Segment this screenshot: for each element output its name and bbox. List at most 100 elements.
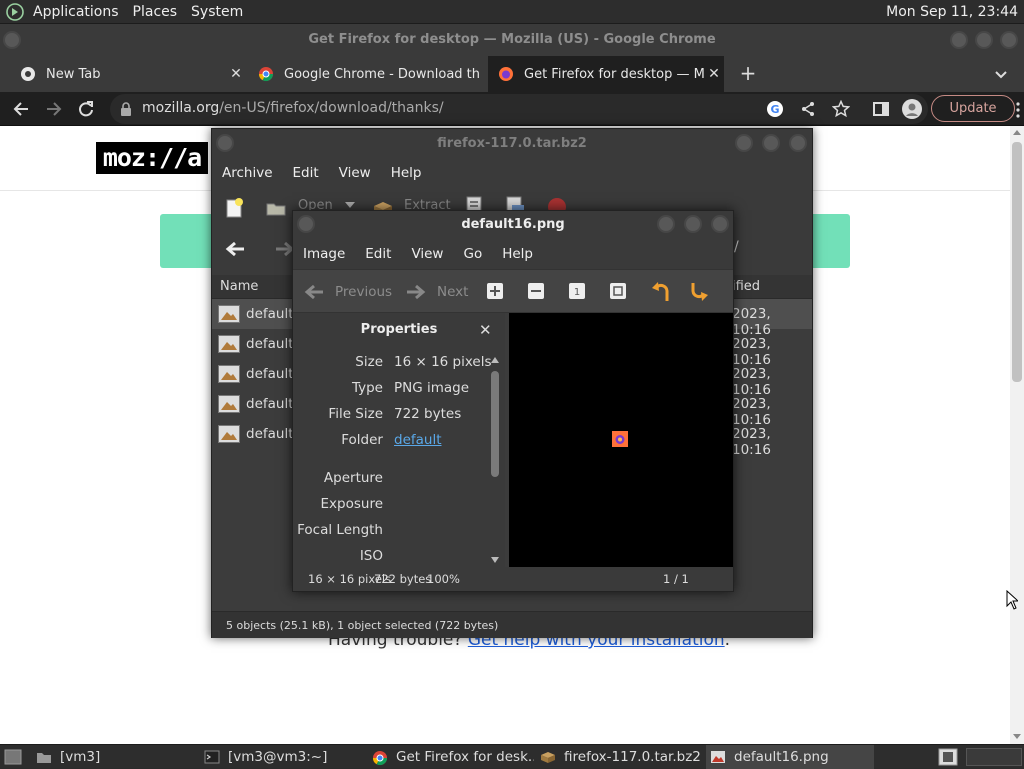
- tab-new-tab[interactable]: New Tab ✕: [10, 56, 246, 92]
- menu-system[interactable]: System: [184, 4, 250, 20]
- back-arrow-icon[interactable]: [12, 100, 30, 118]
- properties-close-icon[interactable]: ✕: [479, 321, 492, 339]
- window-title: Get Firefox for desktop — Mozilla (US) -…: [308, 32, 716, 47]
- tab-close-icon[interactable]: ✕: [704, 66, 724, 82]
- rotate-right-icon[interactable]: [689, 281, 711, 303]
- folder-link[interactable]: default: [394, 432, 442, 448]
- previous-button[interactable]: Previous: [303, 278, 392, 306]
- chrome-menu-icon[interactable]: [1016, 102, 1020, 118]
- new-tab-plus-icon[interactable]: +: [737, 62, 759, 84]
- image-canvas[interactable]: [509, 313, 733, 567]
- column-name[interactable]: Name: [220, 279, 258, 294]
- prop-focal-length-label: Focal Length: [297, 522, 383, 538]
- next-button[interactable]: Next: [405, 278, 468, 306]
- workspace-switcher-icon[interactable]: [938, 748, 958, 766]
- clock[interactable]: Mon Sep 11, 23:44: [886, 4, 1024, 20]
- menu-image[interactable]: Image: [293, 246, 355, 262]
- tab-title: Google Chrome - Download th: [284, 66, 481, 82]
- open-archive-icon[interactable]: [266, 198, 286, 218]
- status-filesize: 722 bytes: [374, 572, 432, 586]
- previous-label: Previous: [335, 284, 393, 300]
- taskbar-item-terminal[interactable]: [vm3@vm3:~]: [204, 745, 364, 769]
- menu-view[interactable]: View: [329, 165, 381, 181]
- close-button[interactable]: [711, 215, 729, 233]
- show-desktop-icon[interactable]: [4, 749, 22, 765]
- properties-scrollbar[interactable]: [491, 357, 501, 567]
- minimize-button[interactable]: [657, 215, 675, 233]
- scroll-thumb[interactable]: [491, 371, 499, 477]
- maximize-button[interactable]: [684, 215, 702, 233]
- mozilla-logo[interactable]: moz://a: [96, 142, 208, 174]
- prop-folder-label: Folder: [341, 432, 383, 448]
- prop-iso-label: ISO: [359, 548, 383, 564]
- page-scrollbar[interactable]: [1010, 126, 1024, 744]
- image-icon: [710, 750, 726, 764]
- tab-title: New Tab: [46, 66, 101, 82]
- minimize-button[interactable]: [735, 134, 753, 152]
- tab-search-chevron-icon[interactable]: [993, 66, 1009, 82]
- taskbar-item-image-viewer[interactable]: default16.png: [706, 745, 874, 769]
- profile-avatar-icon[interactable]: [902, 99, 922, 119]
- close-button[interactable]: [789, 134, 807, 152]
- mouse-pointer-icon: [1006, 590, 1018, 610]
- google-lens-icon[interactable]: G: [766, 100, 784, 118]
- column-modified[interactable]: ified: [732, 279, 760, 294]
- reload-icon[interactable]: [77, 100, 95, 118]
- window-menu-button[interactable]: [3, 31, 21, 49]
- workspace-area[interactable]: [966, 748, 1022, 766]
- minimize-button[interactable]: [950, 31, 968, 49]
- menu-edit[interactable]: Edit: [355, 246, 401, 262]
- forward-arrow-icon[interactable]: [45, 100, 63, 118]
- zoom-fit-icon[interactable]: [609, 282, 627, 300]
- taskbar-item-vm3[interactable]: [vm3]: [36, 745, 196, 769]
- distro-logo-icon[interactable]: [4, 2, 26, 22]
- menu-applications[interactable]: Applications: [26, 4, 126, 20]
- scroll-thumb[interactable]: [1012, 142, 1022, 382]
- next-label: Next: [437, 284, 469, 300]
- maximize-button[interactable]: [975, 31, 993, 49]
- taskbar-item-archive[interactable]: firefox-117.0.tar.bz2: [540, 745, 702, 769]
- next-arrow-icon: [405, 283, 427, 301]
- taskbar-label: default16.png: [734, 749, 829, 765]
- menu-archive[interactable]: Archive: [212, 165, 283, 181]
- menu-go[interactable]: Go: [453, 246, 492, 262]
- tab-close-icon[interactable]: ✕: [226, 66, 246, 82]
- menu-edit[interactable]: Edit: [283, 165, 329, 181]
- share-icon[interactable]: [800, 101, 816, 117]
- lock-icon[interactable]: [120, 102, 132, 116]
- chrome-titlebar[interactable]: Get Firefox for desktop — Mozilla (US) -…: [0, 24, 1024, 56]
- menu-help[interactable]: Help: [381, 165, 432, 181]
- back-location-icon[interactable]: [224, 239, 246, 259]
- zoom-normal-icon[interactable]: 1: [568, 282, 586, 300]
- zoom-out-icon[interactable]: [527, 282, 545, 300]
- address-bar[interactable]: mozilla.org/en-US/firefox/download/thank…: [110, 94, 928, 124]
- zoom-in-icon[interactable]: [486, 282, 504, 300]
- taskbar-label: [vm3@vm3:~]: [228, 749, 328, 765]
- new-archive-icon[interactable]: [224, 198, 244, 218]
- bookmark-star-icon[interactable]: [832, 100, 850, 118]
- close-button[interactable]: [1000, 31, 1018, 49]
- scroll-down-icon[interactable]: [491, 557, 499, 563]
- menu-view[interactable]: View: [401, 246, 453, 262]
- menu-places[interactable]: Places: [126, 4, 185, 20]
- image-viewer-title: default16.png: [461, 217, 565, 232]
- scroll-up-icon[interactable]: [491, 357, 499, 363]
- scroll-up-icon[interactable]: [1013, 130, 1021, 135]
- tab-get-firefox[interactable]: Get Firefox for desktop — Moz ✕: [488, 56, 724, 92]
- update-button[interactable]: Update: [931, 95, 1015, 122]
- prop-aperture-label: Aperture: [323, 470, 383, 486]
- window-menu-button[interactable]: [216, 134, 234, 152]
- scroll-down-icon[interactable]: [1013, 734, 1021, 739]
- open-dropdown-chevron-icon[interactable]: [345, 202, 355, 208]
- taskbar-item-chrome[interactable]: Get Firefox for desk...: [372, 745, 534, 769]
- window-menu-button[interactable]: [297, 215, 315, 233]
- menu-help[interactable]: Help: [492, 246, 543, 262]
- maximize-button[interactable]: [762, 134, 780, 152]
- rotate-left-icon[interactable]: [649, 281, 671, 303]
- tab-google-chrome[interactable]: Google Chrome - Download th: [250, 56, 486, 92]
- side-panel-icon[interactable]: [872, 100, 890, 118]
- archive-titlebar[interactable]: firefox-117.0.tar.bz2: [212, 129, 812, 159]
- url-path: /en-US/firefox/download/thanks/: [219, 100, 444, 116]
- top-panel: Applications Places System Mon Sep 11, 2…: [0, 0, 1024, 24]
- firefox-icon: [498, 66, 514, 82]
